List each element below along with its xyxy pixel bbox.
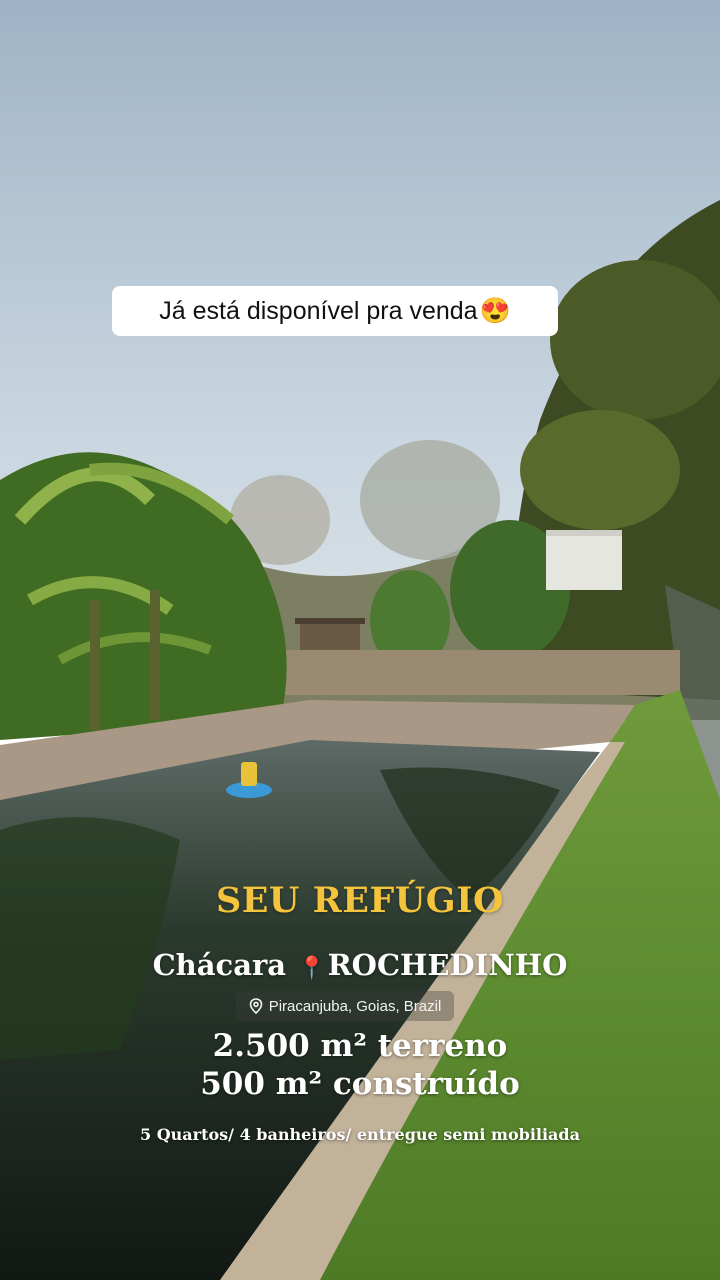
land-area-text: 2.500 m² terreno [212, 1028, 508, 1064]
overlay-title: SEU REFÚGIO [215, 880, 505, 921]
map-pin-icon [249, 998, 263, 1014]
neighborhood-name: ROCHEDINHO [327, 948, 568, 982]
caption-text: Já está disponível pra venda [159, 296, 478, 325]
location-tag[interactable]: Piracanjuba, Goias, Brazil [236, 991, 454, 1021]
built-area-text: 500 m² construído [200, 1066, 520, 1102]
pin-emoji-icon: 📍 [298, 955, 326, 981]
heart-eyes-emoji-icon: 😍 [479, 296, 511, 325]
caption-banner: Já está disponível pra venda 😍 [112, 286, 558, 336]
property-type: Chácara [152, 948, 287, 982]
property-place-line: Chácara 📍ROCHEDINHO [0, 948, 720, 982]
features-text: 5 Quartos/ 4 banheiros/ entregue semi mo… [140, 1125, 580, 1144]
location-text: Piracanjuba, Goias, Brazil [268, 997, 442, 1015]
